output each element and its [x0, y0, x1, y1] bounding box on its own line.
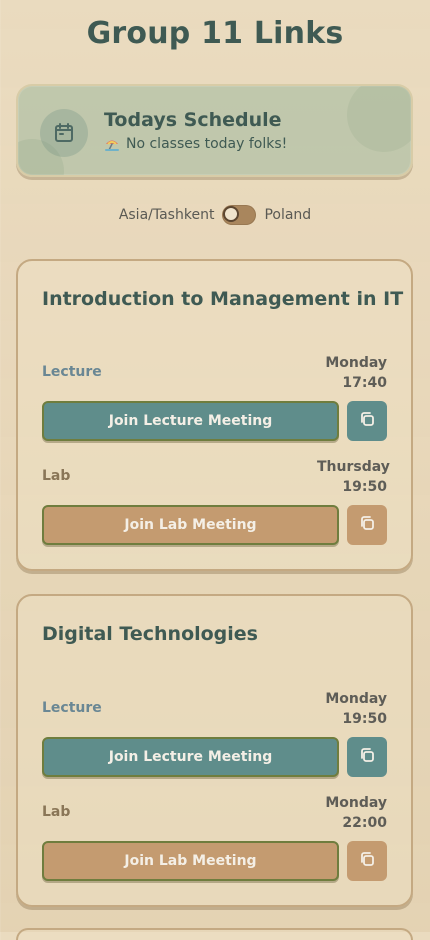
- lecture-hour: 19:50: [342, 711, 387, 727]
- course-title: Introduction to Management in IT: [42, 288, 404, 310]
- course-card-digital-technologies: Digital Technologies Lecture Monday 19:5…: [16, 594, 413, 907]
- join-lab-meeting-button[interactable]: Join Lab Meeting: [42, 841, 339, 881]
- copy-lecture-link-button[interactable]: [347, 401, 387, 441]
- lecture-time: Monday 19:50: [317, 689, 387, 729]
- beach-umbrella-icon: [104, 136, 120, 152]
- lecture-hour: 17:40: [342, 375, 387, 391]
- lecture-label: Lecture: [42, 364, 102, 380]
- timezone-switch-row: Asia/Tashkent Poland: [0, 205, 430, 225]
- lab-time: Thursday 19:50: [317, 457, 390, 497]
- lecture-day: Monday: [325, 355, 387, 371]
- todays-schedule-card: Todays Schedule No classes today folks!: [16, 84, 413, 177]
- timezone-left-label: Asia/Tashkent: [118, 207, 215, 223]
- timezone-toggle[interactable]: [222, 205, 257, 225]
- copy-icon: [358, 410, 376, 432]
- copy-lecture-link-button[interactable]: [347, 737, 387, 777]
- lab-day: Monday: [325, 795, 387, 811]
- lab-label: Lab: [42, 804, 71, 820]
- join-lecture-meeting-button[interactable]: Join Lecture Meeting: [42, 737, 339, 777]
- schedule-message-text: No classes today folks!: [126, 136, 288, 152]
- schedule-message: No classes today folks!: [104, 136, 287, 152]
- calendar-icon: [40, 109, 88, 157]
- course-card-introduction-to-management-in-it: Introduction to Management in IT Lecture…: [16, 259, 413, 571]
- lab-day: Thursday: [317, 459, 390, 475]
- lab-hour: 22:00: [342, 815, 387, 831]
- join-lab-meeting-button[interactable]: Join Lab Meeting: [42, 505, 339, 545]
- lab-time: Monday 22:00: [317, 793, 387, 833]
- copy-lab-link-button[interactable]: [347, 841, 387, 881]
- copy-icon: [358, 850, 376, 872]
- page-title: Group 11 Links: [86, 16, 344, 51]
- schedule-title: Todays Schedule: [104, 109, 282, 131]
- lecture-label: Lecture: [42, 700, 102, 716]
- course-title: Digital Technologies: [42, 623, 258, 645]
- timezone-toggle-knob[interactable]: [223, 206, 240, 222]
- next-card-edge: [16, 928, 413, 940]
- join-lecture-meeting-button[interactable]: Join Lecture Meeting: [42, 401, 339, 441]
- lab-hour: 19:50: [342, 479, 387, 495]
- lecture-day: Monday: [325, 691, 387, 707]
- lecture-time: Monday 17:40: [317, 353, 387, 393]
- timezone-right-label: Poland: [264, 207, 312, 223]
- copy-icon: [358, 514, 376, 536]
- copy-icon: [358, 746, 376, 768]
- lab-label: Lab: [42, 468, 71, 484]
- copy-lab-link-button[interactable]: [347, 505, 387, 545]
